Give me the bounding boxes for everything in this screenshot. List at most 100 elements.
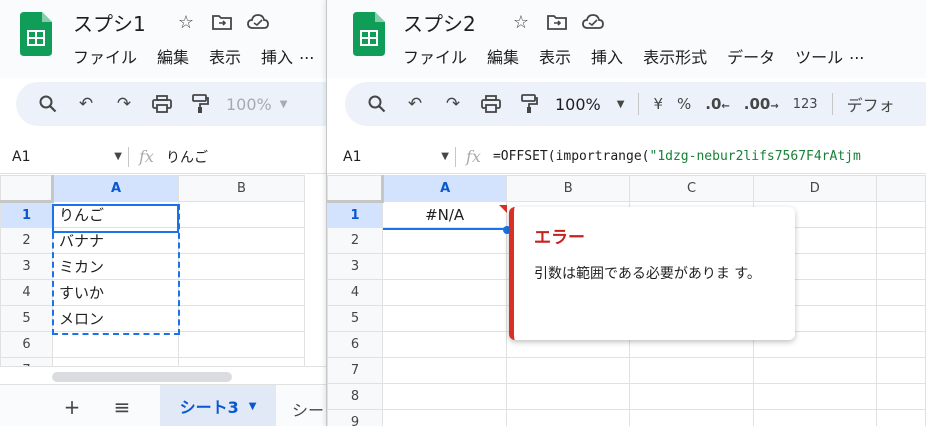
cell-b6[interactable] <box>178 331 305 358</box>
menu-edit[interactable]: 編集 <box>157 44 189 68</box>
row-header[interactable]: 3 <box>327 253 384 280</box>
move-folder-icon[interactable] <box>545 10 569 34</box>
menu-view[interactable]: 表示 <box>539 44 571 68</box>
cell-a2[interactable]: バナナ <box>52 227 179 254</box>
cell[interactable] <box>506 357 631 384</box>
zoom-select[interactable]: 100% ▼ <box>226 95 287 114</box>
cell-a5[interactable]: メロン <box>52 305 179 332</box>
sheet-tab[interactable]: シー <box>292 397 324 421</box>
cell[interactable] <box>629 409 754 426</box>
sheet-tab-active[interactable]: シート3 ▼ <box>160 385 276 426</box>
search-menus-icon[interactable] <box>36 92 60 116</box>
cell[interactable] <box>382 227 508 254</box>
cell[interactable] <box>875 331 926 358</box>
paint-format-icon[interactable] <box>188 92 212 116</box>
cell[interactable] <box>382 305 508 332</box>
column-header-b[interactable]: B <box>178 175 305 202</box>
column-header-a[interactable]: A <box>52 175 179 202</box>
row-header[interactable]: 4 <box>327 279 384 306</box>
cell[interactable] <box>382 409 508 426</box>
print-icon[interactable] <box>479 92 503 116</box>
column-header-b[interactable]: B <box>506 175 631 202</box>
cloud-status-icon[interactable] <box>581 10 605 34</box>
undo-icon[interactable]: ↶ <box>403 92 427 116</box>
redo-icon[interactable]: ↷ <box>441 92 465 116</box>
menu-data[interactable]: データ <box>727 44 775 68</box>
star-icon[interactable]: ☆ <box>174 10 198 34</box>
cell[interactable] <box>875 409 926 426</box>
cell[interactable] <box>382 383 508 410</box>
format-currency-button[interactable]: ¥ <box>653 95 663 113</box>
paint-format-icon[interactable] <box>517 92 541 116</box>
row-header[interactable]: 1 <box>327 201 384 228</box>
cell[interactable] <box>875 305 926 332</box>
row-header[interactable]: 7 <box>327 357 384 384</box>
cell-b4[interactable] <box>178 279 305 306</box>
cell-a1[interactable]: りんご <box>52 201 179 228</box>
column-header-a[interactable]: A <box>382 175 508 202</box>
cell[interactable] <box>382 279 508 306</box>
menu-format[interactable]: 表示形式 <box>643 44 707 68</box>
redo-icon[interactable]: ↷ <box>112 92 136 116</box>
row-header[interactable]: 1 <box>0 201 53 228</box>
menu-tools[interactable]: ツール <box>795 44 843 68</box>
zoom-select[interactable]: 100% ▼ <box>555 95 624 114</box>
cell[interactable] <box>875 279 926 306</box>
menu-more[interactable]: ... <box>299 44 314 68</box>
select-all-corner[interactable] <box>0 175 54 203</box>
undo-icon[interactable]: ↶ <box>74 92 98 116</box>
document-title[interactable]: スプシ1 <box>73 8 146 37</box>
print-icon[interactable] <box>150 92 174 116</box>
row-header[interactable]: 6 <box>0 331 53 358</box>
cell-b5[interactable] <box>178 305 305 332</box>
cell[interactable] <box>875 357 926 384</box>
row-header[interactable]: 6 <box>327 331 384 358</box>
cell-b3[interactable] <box>178 253 305 280</box>
add-sheet-icon[interactable]: + <box>60 395 84 419</box>
cell[interactable] <box>506 383 631 410</box>
formula-input[interactable]: りんご <box>166 147 208 167</box>
cell[interactable] <box>875 253 926 280</box>
column-header-d[interactable]: D <box>752 175 877 202</box>
horizontal-scrollbar[interactable] <box>52 372 232 382</box>
row-header[interactable]: 2 <box>0 227 53 254</box>
cell[interactable] <box>752 357 877 384</box>
select-all-corner[interactable] <box>327 175 385 203</box>
cell-a6[interactable] <box>52 331 179 358</box>
cell[interactable] <box>752 409 877 426</box>
cell[interactable] <box>629 383 754 410</box>
row-header[interactable]: 3 <box>0 253 53 280</box>
row-header[interactable]: 5 <box>327 305 384 332</box>
cell[interactable] <box>875 227 926 254</box>
document-title[interactable]: スプシ2 <box>403 8 476 37</box>
menu-file[interactable]: ファイル <box>73 44 137 68</box>
cell[interactable] <box>875 383 926 410</box>
increase-decimal-button[interactable]: .00→ <box>744 95 779 113</box>
cell[interactable] <box>752 383 877 410</box>
sheets-logo-icon[interactable] <box>20 12 52 56</box>
cell[interactable] <box>875 201 926 228</box>
menu-view[interactable]: 表示 <box>209 44 241 68</box>
cell[interactable] <box>382 253 508 280</box>
font-select[interactable]: デフォ <box>847 92 895 116</box>
menu-edit[interactable]: 編集 <box>487 44 519 68</box>
row-header[interactable]: 2 <box>327 227 384 254</box>
cloud-status-icon[interactable] <box>246 10 270 34</box>
menu-insert[interactable]: 挿入 <box>591 44 623 68</box>
decrease-decimal-button[interactable]: .0← <box>705 95 730 113</box>
menu-file[interactable]: ファイル <box>403 44 467 68</box>
cell[interactable] <box>629 357 754 384</box>
star-icon[interactable]: ☆ <box>509 10 533 34</box>
name-box[interactable]: A1 ▼ <box>0 149 128 165</box>
row-header[interactable]: 5 <box>0 305 53 332</box>
cell-a3[interactable]: ミカン <box>52 253 179 280</box>
row-header[interactable]: 4 <box>0 279 53 306</box>
cell[interactable] <box>506 409 631 426</box>
cell[interactable] <box>382 357 508 384</box>
formula-input[interactable]: =OFFSET(importrange("1dzg-nebur2lifs7567… <box>493 149 861 164</box>
move-folder-icon[interactable] <box>210 10 234 34</box>
name-box[interactable]: A1 ▼ <box>327 149 455 165</box>
more-formats-button[interactable]: 123 <box>793 97 818 112</box>
format-percent-button[interactable]: % <box>677 95 691 113</box>
row-header[interactable]: 8 <box>327 383 384 410</box>
